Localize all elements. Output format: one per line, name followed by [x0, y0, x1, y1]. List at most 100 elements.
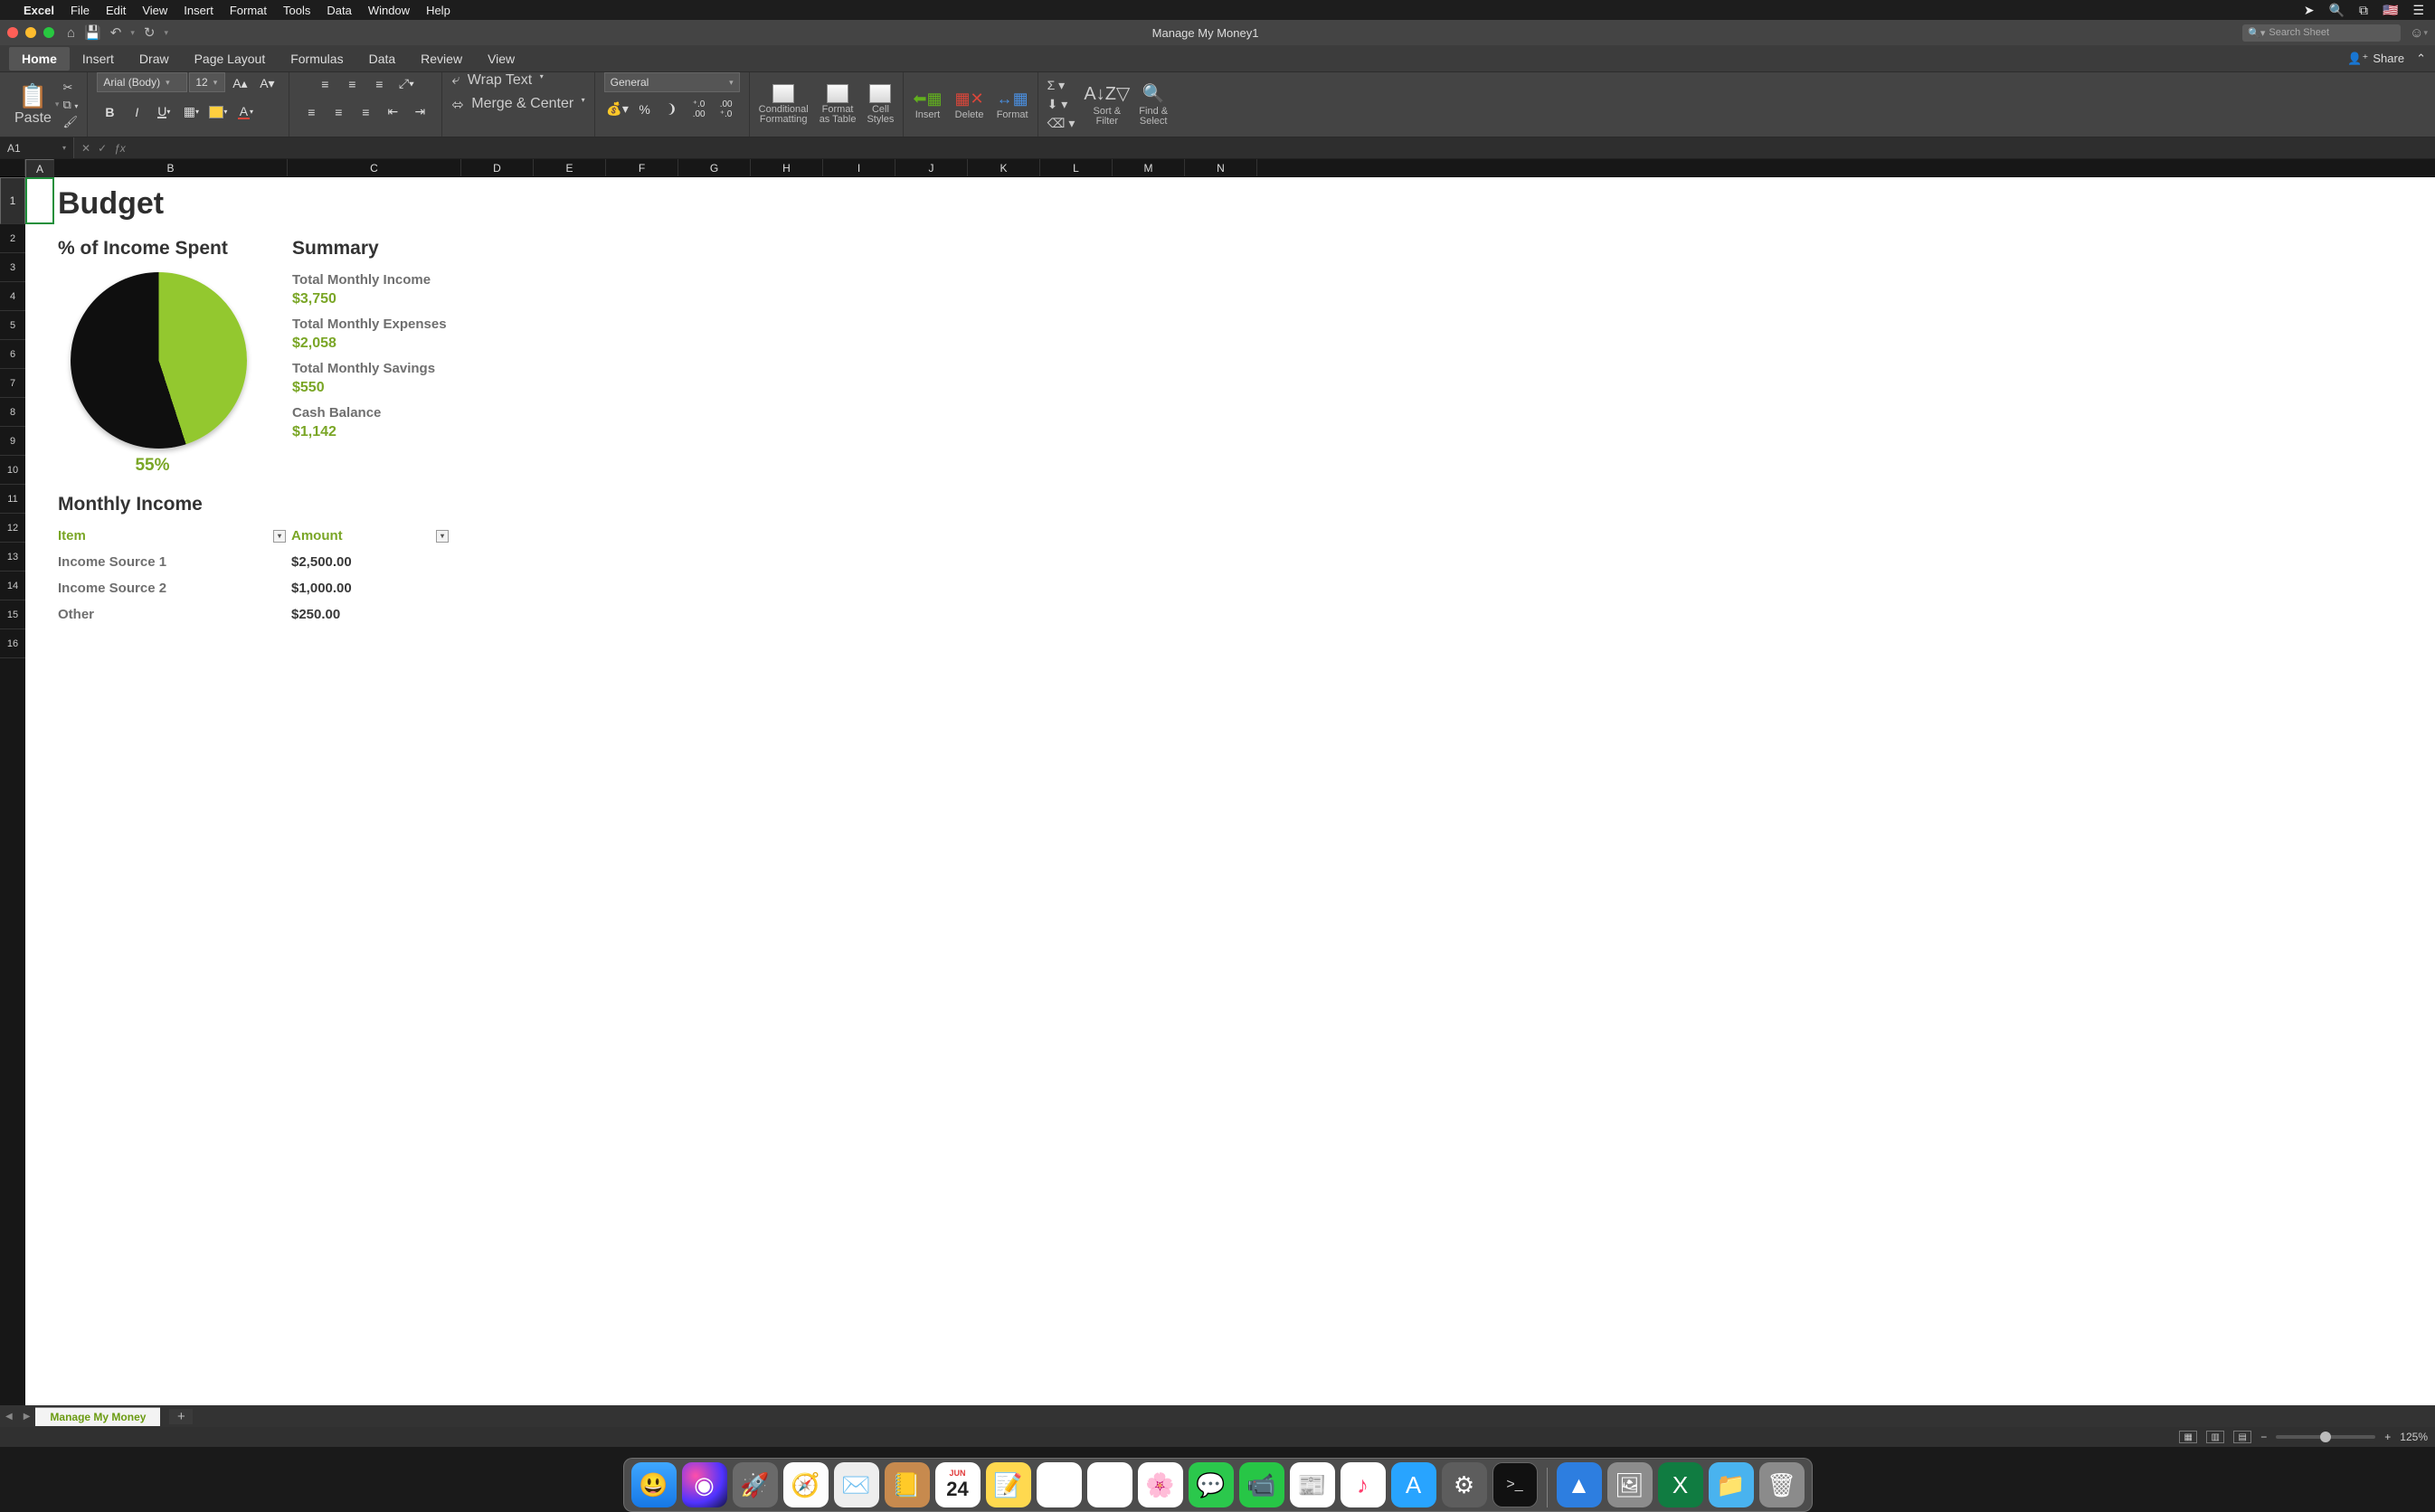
- dock-mail-icon[interactable]: ✉️: [834, 1462, 879, 1507]
- increase-decimal-icon[interactable]: ⁺.0.00: [687, 98, 712, 120]
- insert-cells-button[interactable]: ⬅▦Insert: [913, 90, 942, 120]
- paste-icon[interactable]: 📋: [18, 82, 47, 110]
- view-page-break-icon[interactable]: ▤: [2233, 1431, 2251, 1443]
- tab-home[interactable]: Home: [9, 47, 70, 71]
- orientation-icon[interactable]: ⤢▾: [393, 72, 419, 95]
- col-header-b[interactable]: B: [54, 159, 288, 176]
- select-all-corner[interactable]: [0, 159, 25, 176]
- font-color-button[interactable]: A ▾: [232, 100, 258, 123]
- mi-col-amount[interactable]: Amount▾: [291, 528, 454, 543]
- format-cells-button[interactable]: ↔▦Format: [997, 90, 1028, 120]
- percent-icon[interactable]: %: [632, 98, 658, 120]
- col-header-e[interactable]: E: [534, 159, 606, 176]
- currency-icon[interactable]: 💰▾: [605, 98, 630, 120]
- dock-photos-icon[interactable]: 🌸: [1138, 1462, 1183, 1507]
- sort-filter-button[interactable]: A↓Z▽Sort & Filter: [1084, 82, 1130, 127]
- fill-color-button[interactable]: ▾: [205, 100, 231, 123]
- zoom-level[interactable]: 125%: [2400, 1431, 2428, 1443]
- col-header-a[interactable]: A: [25, 159, 54, 179]
- table-row[interactable]: Other$250.00: [58, 607, 2435, 622]
- col-header-n[interactable]: N: [1185, 159, 1257, 176]
- tab-insert[interactable]: Insert: [70, 47, 127, 71]
- displays-icon[interactable]: ⧉: [2359, 3, 2368, 18]
- cell-grid[interactable]: Budget % of Income Spent 55% Summary Tot…: [25, 177, 2435, 1405]
- dock-launchpad-icon[interactable]: 🚀: [733, 1462, 778, 1507]
- align-top-icon[interactable]: ≡: [312, 72, 337, 95]
- menu-help[interactable]: Help: [426, 4, 450, 17]
- row-header-1[interactable]: 1: [0, 177, 25, 224]
- autosum-icon[interactable]: Σ ▾: [1047, 78, 1075, 93]
- row-header-6[interactable]: 6: [0, 340, 25, 369]
- decrease-decimal-icon[interactable]: .00⁺.0: [714, 98, 739, 120]
- zoom-button[interactable]: [43, 27, 54, 38]
- bold-button[interactable]: B: [97, 100, 122, 123]
- add-sheet-button[interactable]: +: [169, 1409, 193, 1424]
- col-header-k[interactable]: K: [968, 159, 1040, 176]
- dock-news-icon[interactable]: 📰: [1290, 1462, 1335, 1507]
- tab-data[interactable]: Data: [356, 47, 409, 71]
- menu-app[interactable]: Excel: [24, 4, 54, 17]
- tab-draw[interactable]: Draw: [127, 47, 182, 71]
- row-header-14[interactable]: 14: [0, 572, 25, 600]
- dock-messages-icon[interactable]: 💬: [1189, 1462, 1234, 1507]
- dock-settings-icon[interactable]: ⚙: [1442, 1462, 1487, 1507]
- dock-terminal-icon[interactable]: >_: [1492, 1462, 1538, 1507]
- zoom-in-icon[interactable]: +: [2384, 1431, 2391, 1443]
- sheet-nav-prev[interactable]: ◀: [0, 1412, 18, 1422]
- copy-icon[interactable]: ⧉ ▾: [62, 98, 78, 112]
- dock-contacts-icon[interactable]: 📒: [885, 1462, 930, 1507]
- collapse-ribbon-icon[interactable]: ⌃: [2416, 52, 2426, 66]
- pie-chart[interactable]: [71, 272, 247, 449]
- dock-music-icon[interactable]: ♪: [1341, 1462, 1386, 1507]
- search-sheet-input[interactable]: 🔍▾ Search Sheet: [2242, 24, 2401, 42]
- merge-center-button[interactable]: ⬄ Merge & Center ▾: [451, 96, 584, 114]
- col-header-i[interactable]: I: [823, 159, 895, 176]
- mac-menubar[interactable]: Excel File Edit View Insert Format Tools…: [0, 0, 2435, 20]
- col-header-j[interactable]: J: [895, 159, 968, 176]
- undo-icon[interactable]: ↶: [110, 24, 122, 41]
- align-center-icon[interactable]: ≡: [326, 100, 351, 123]
- zoom-out-icon[interactable]: −: [2260, 1431, 2267, 1443]
- row-header-10[interactable]: 10: [0, 456, 25, 485]
- dock-safari-icon[interactable]: 🧭: [783, 1462, 829, 1507]
- col-header-d[interactable]: D: [461, 159, 534, 176]
- italic-button[interactable]: I: [124, 100, 149, 123]
- spotlight-icon[interactable]: 🔍: [2329, 3, 2345, 18]
- decrease-indent-icon[interactable]: ⇤: [380, 100, 405, 123]
- fx-icon[interactable]: ƒx: [114, 142, 126, 155]
- cut-icon[interactable]: ✂: [62, 80, 78, 95]
- menu-format[interactable]: Format: [230, 4, 267, 17]
- close-button[interactable]: [7, 27, 18, 38]
- window-titlebar[interactable]: ⌂ 💾 ↶▾ ↻ ▾ Manage My Money1 🔍▾ Search Sh…: [0, 20, 2435, 45]
- cancel-formula-icon[interactable]: ✕: [81, 142, 90, 155]
- clear-icon[interactable]: ⌫ ▾: [1047, 116, 1075, 131]
- name-box[interactable]: A1▾: [0, 137, 74, 158]
- col-header-l[interactable]: L: [1040, 159, 1113, 176]
- control-center-icon[interactable]: ☰: [2412, 3, 2424, 18]
- flag-us-icon[interactable]: 🇺🇸: [2383, 3, 2398, 18]
- wrap-text-button[interactable]: ⤶ Wrap Text ▾: [451, 72, 543, 89]
- dock-finder-icon[interactable]: 😃: [631, 1462, 677, 1507]
- find-select-button[interactable]: 🔍Find & Select: [1139, 82, 1168, 127]
- formula-input[interactable]: [133, 137, 2435, 158]
- cursor-icon[interactable]: ➤: [2304, 3, 2315, 18]
- menu-file[interactable]: File: [71, 4, 90, 17]
- menu-edit[interactable]: Edit: [106, 4, 126, 17]
- increase-font-icon[interactable]: A▴: [227, 72, 252, 95]
- dock-notes-icon[interactable]: 📝: [986, 1462, 1031, 1507]
- menu-view[interactable]: View: [142, 4, 167, 17]
- row-header-16[interactable]: 16: [0, 629, 25, 658]
- undo-dropdown[interactable]: ▾: [130, 28, 135, 38]
- col-header-h[interactable]: H: [751, 159, 823, 176]
- dock-siri-icon[interactable]: ◉: [682, 1462, 727, 1507]
- zoom-slider[interactable]: [2276, 1435, 2375, 1439]
- view-page-layout-icon[interactable]: ▥: [2206, 1431, 2224, 1443]
- col-header-f[interactable]: F: [606, 159, 678, 176]
- home-icon[interactable]: ⌂: [67, 25, 75, 41]
- table-row[interactable]: Income Source 2$1,000.00: [58, 581, 2435, 596]
- format-as-table-button[interactable]: Format as Table: [820, 84, 857, 125]
- menu-data[interactable]: Data: [327, 4, 351, 17]
- dock-appstore-icon[interactable]: A: [1391, 1462, 1436, 1507]
- redo-icon[interactable]: ↻: [144, 24, 156, 41]
- tab-page-layout[interactable]: Page Layout: [182, 47, 279, 71]
